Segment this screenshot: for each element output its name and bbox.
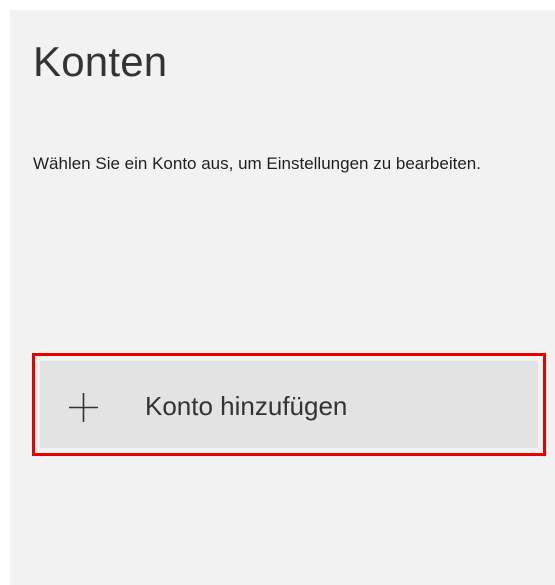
accounts-panel: Konten Wählen Sie ein Konto aus, um Eins… [10,10,555,585]
plus-icon [69,393,98,422]
add-account-button[interactable]: Konto hinzufügen [40,361,538,448]
page-description: Wählen Sie ein Konto aus, um Einstellung… [33,154,481,173]
add-account-label: Konto hinzufügen [145,391,348,421]
page-title: Konten [33,38,168,85]
